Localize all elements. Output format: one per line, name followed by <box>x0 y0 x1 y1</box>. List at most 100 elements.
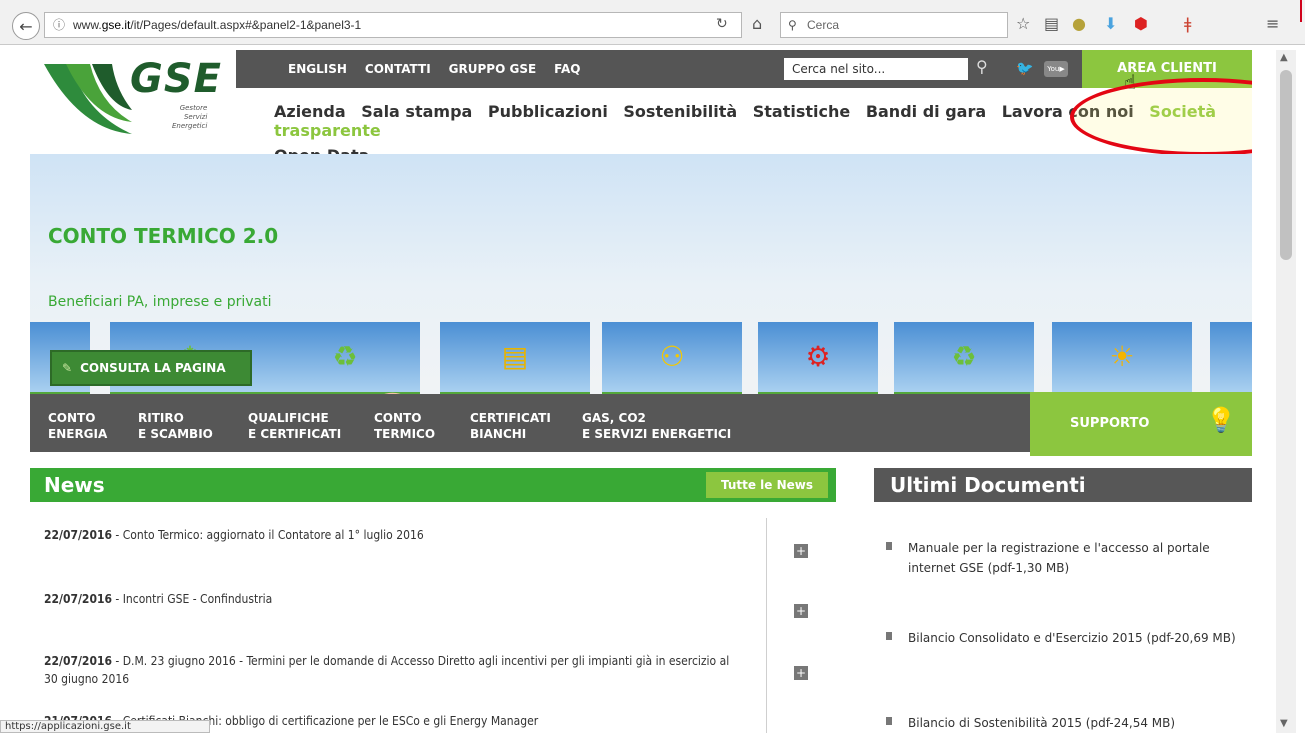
news-item[interactable]: 22/07/2016 - Conto Termico: aggiornato i… <box>44 526 744 544</box>
logo-sub-line: Servizi <box>183 113 208 121</box>
news-item[interactable]: 22/07/2016 - Incontri GSE - Confindustri… <box>44 590 744 608</box>
service-line: GAS, CO2 <box>582 411 646 425</box>
document-link[interactable]: Bilancio di Sostenibilità 2015 (pdf-24,5… <box>908 716 1175 730</box>
people-icon: ⚇ <box>659 340 685 373</box>
top-link-gruppo-gse[interactable]: GRUPPO GSE <box>449 62 537 76</box>
top-link-english[interactable]: ENGLISH <box>288 62 347 76</box>
adblock-icon[interactable]: ⬢ <box>1134 14 1148 33</box>
news-title: News <box>44 473 105 497</box>
top-link-contatti[interactable]: CONTATTI <box>365 62 431 76</box>
expand-plus-icon[interactable]: + <box>794 666 808 680</box>
search-icon: ⚲ <box>788 18 797 32</box>
youtube-icon[interactable]: You▶ <box>1044 61 1068 77</box>
news-text: - D.M. 23 giugno 2016 - Termini per le d… <box>44 654 730 686</box>
url-path: /it/Pages/default.aspx#&panel2-1&panel3-… <box>130 18 362 32</box>
address-bar[interactable]: ⓘ www.gse.it/it/Pages/default.aspx#&panel… <box>44 12 742 38</box>
service-line: ENERGIA <box>48 427 108 441</box>
document-link[interactable]: Manuale per la registrazione e l'accesso… <box>908 541 1210 575</box>
logo-subtitle: Gestore Servizi Energetici <box>172 104 207 131</box>
scroll-thumb[interactable] <box>1280 70 1292 260</box>
doc-bullet <box>886 542 892 550</box>
service-line: E SERVIZI ENERGETICI <box>582 427 732 441</box>
url-domain: gse.it <box>101 18 131 32</box>
hero-panel: ▤ <box>440 322 590 397</box>
reload-icon[interactable]: ↻ <box>716 16 728 32</box>
document-item[interactable]: Manuale per la registrazione e l'accesso… <box>886 538 1246 578</box>
service-line: E SCAMBIO <box>138 427 213 441</box>
document-link[interactable]: Bilancio Consolidato e d'Esercizio 2015 … <box>908 631 1236 645</box>
hero-panel: ☀ <box>1052 322 1192 397</box>
service-qualifiche-certificati[interactable]: QUALIFICHE E CERTIFICATI <box>248 410 341 442</box>
site-search-input[interactable]: Cerca nel sito... <box>784 58 968 80</box>
service-line: BIANCHI <box>470 427 527 441</box>
browser-search-placeholder: Cerca <box>807 18 840 32</box>
bookmark-star-icon[interactable]: ☆ <box>1016 14 1030 33</box>
url-prefix: www. <box>73 18 102 32</box>
back-button[interactable]: ← <box>12 12 40 40</box>
doc-bullet <box>886 632 892 640</box>
nav-bandi-di-gara[interactable]: Bandi di gara <box>866 102 986 121</box>
top-link-faq[interactable]: FAQ <box>554 62 580 76</box>
library-icon[interactable]: ▤ <box>1044 14 1059 33</box>
twitter-icon[interactable]: 🐦 <box>1016 61 1033 77</box>
leaf-icon: ✎ <box>62 361 73 375</box>
supporto-button[interactable]: SUPPORTO 💡 <box>1030 392 1252 456</box>
scroll-down-icon[interactable]: ▼ <box>1280 718 1288 729</box>
nav-sostenibilita[interactable]: Sostenibilità <box>623 102 737 121</box>
logo-sub-line: Energetici <box>172 122 208 130</box>
document-item[interactable]: Bilancio di Sostenibilità 2015 (pdf-24,5… <box>886 713 1246 733</box>
hero-panel: ♻ <box>894 322 1034 397</box>
site-search-icon[interactable]: ⚲ <box>976 57 988 76</box>
expand-plus-icon[interactable]: + <box>794 604 808 618</box>
service-ritiro-scambio[interactable]: RITIRO E SCAMBIO <box>138 410 213 442</box>
service-line: CERTIFICATI <box>470 411 551 425</box>
hero-panel: ⚇ <box>602 322 742 397</box>
hero-panel: ⚙ <box>758 322 878 397</box>
service-certificati-bianchi[interactable]: CERTIFICATI BIANCHI <box>470 410 551 442</box>
download-icon[interactable]: ⬇ <box>1104 14 1117 33</box>
browser-toolbar: ← ⓘ www.gse.it/it/Pages/default.aspx#&pan… <box>0 0 1305 45</box>
news-header: News Tutte le News <box>30 468 836 502</box>
top-bar: ENGLISH CONTATTI GRUPPO GSE FAQ Cerca ne… <box>236 50 1252 94</box>
sun-icon: ☀ <box>1109 340 1135 373</box>
extension-icon[interactable]: ● <box>1072 14 1086 33</box>
logo-text: GSE <box>130 56 222 102</box>
hero-panel <box>1210 322 1252 397</box>
service-conto-termico[interactable]: CONTO TERMICO <box>374 410 435 442</box>
status-bar: https://applicazioni.gse.it <box>0 720 210 733</box>
tutte-le-news-button[interactable]: Tutte le News <box>706 472 828 498</box>
gse-logo[interactable]: GSE Gestore Servizi Energetici <box>30 50 230 150</box>
service-gas-co2[interactable]: GAS, CO2 E SERVIZI ENERGETICI <box>582 410 731 442</box>
heat-pump-icon: ⚙ <box>805 340 831 373</box>
consulta-la-pagina-button[interactable]: ✎ CONSULTA LA PAGINA <box>50 350 252 386</box>
vertical-scrollbar[interactable]: ▲ ▼ <box>1276 50 1296 733</box>
menu-icon[interactable]: ≡ <box>1266 14 1279 33</box>
expand-plus-icon[interactable]: + <box>794 544 808 558</box>
nav-statistiche[interactable]: Statistiche <box>753 102 850 121</box>
logo-swoosh-icon <box>44 64 132 134</box>
news-text: - Incontri GSE - Confindustria <box>111 592 273 606</box>
site-info-icon[interactable]: ⓘ <box>53 18 65 32</box>
nav-sala-stampa[interactable]: Sala stampa <box>361 102 472 121</box>
document-item[interactable]: Bilancio Consolidato e d'Esercizio 2015 … <box>886 628 1246 648</box>
news-item[interactable]: 22/07/2016 - D.M. 23 giugno 2016 - Termi… <box>44 652 744 688</box>
home-icon[interactable]: ⌂ <box>752 14 762 33</box>
scroll-up-icon[interactable]: ▲ <box>1280 52 1288 63</box>
news-text: - Conto Termico: aggiornato il Contatore… <box>111 528 424 542</box>
nav-pubblicazioni[interactable]: Pubblicazioni <box>488 102 608 121</box>
annotation-mark <box>1300 0 1302 22</box>
news-date: 22/07/2016 <box>44 528 112 542</box>
energy-class-icon: ▤ <box>501 340 529 373</box>
hero-panel: ♻ <box>270 322 420 397</box>
service-conto-energia[interactable]: CONTO ENERGIA <box>48 410 107 442</box>
browser-search-input[interactable]: ⚲ Cerca <box>780 12 1008 38</box>
lightbulb-icon: 💡 <box>1206 406 1236 434</box>
extension-tool-icon[interactable]: ǂ <box>1184 14 1191 33</box>
hero-title: CONTO TERMICO 2.0 <box>48 224 279 248</box>
doc-bullet <box>886 717 892 725</box>
web-page: GSE Gestore Servizi Energetici ENGLISH C… <box>30 50 1252 733</box>
documents-header: Ultimi Documenti <box>874 468 1252 502</box>
service-line: TERMICO <box>374 427 436 441</box>
news-divider <box>766 518 767 733</box>
nav-azienda[interactable]: Azienda <box>274 102 346 121</box>
